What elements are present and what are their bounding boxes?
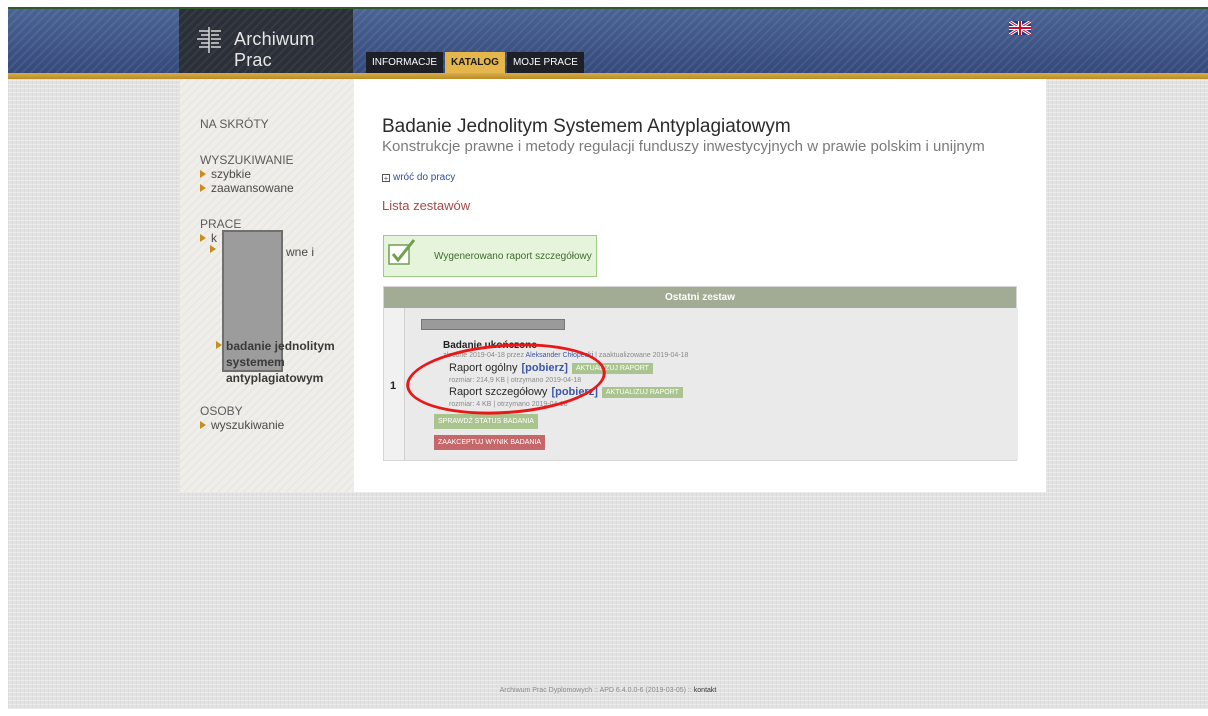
notice-text: Wygenerowano raport szczegółowy — [434, 251, 592, 262]
archive-logo-icon — [197, 27, 221, 53]
sidebar-current-item-line2[interactable]: systemem — [226, 355, 285, 369]
set-details: Badanie ukończone zlecone 2019-04-18 prz… — [404, 308, 1018, 460]
sidebar-item-zaawansowane[interactable]: zaawansowane — [200, 181, 294, 195]
tab-katalog[interactable]: KATALOG — [445, 52, 505, 73]
detailed-report-meta: rozmiar: 4 KB | otrzymano 2019-04-18 — [449, 401, 568, 408]
sidebar-current-bullet — [216, 341, 222, 349]
contact-link[interactable]: kontakt — [694, 687, 717, 694]
sidebar-item-subitem[interactable] — [210, 245, 216, 253]
success-notice: Wygenerowano raport szczegółowy — [383, 235, 597, 277]
general-report-row: Raport ogólny [pobierz] AKTUALIZUJ RAPOR… — [449, 362, 653, 374]
sidebar-item-subitem-text: wne i — [286, 245, 315, 259]
update-general-report-button[interactable]: AKTUALIZUJ RAPORT — [571, 362, 653, 374]
page-title: Badanie Jednolitym Systemem Antyplagiato… — [382, 116, 791, 137]
check-status-button[interactable]: SPRAWDŹ STATUS BADANIA — [434, 414, 538, 429]
back-link[interactable]: + wróć do pracy — [382, 172, 455, 183]
tab-informacje[interactable]: INFORMACJE — [366, 52, 443, 73]
sidebar-shortcuts-heading[interactable]: NA SKRÓTY — [200, 117, 269, 131]
accept-result-button[interactable]: ZAAKCEPTUJ WYNIK BADANIA — [434, 435, 546, 450]
main-nav: INFORMACJE KATALOG MOJE PRACE — [366, 52, 584, 73]
detailed-report-row: Raport szczegółowy [pobierz] AKTUALIZUJ … — [449, 386, 683, 398]
panel-header: Ostatni zestaw — [384, 287, 1016, 308]
logo[interactable]: Archiwum Prac — [179, 9, 353, 73]
row-number: 1 — [390, 380, 397, 392]
bullet-icon — [200, 170, 206, 178]
sidebar-item-szybkie[interactable]: szybkie — [200, 167, 251, 181]
main-content: Badanie Jednolitym Systemem Antyplagiato… — [354, 79, 1046, 492]
bullet-icon — [200, 421, 206, 429]
download-general-report-link[interactable]: [pobierz] — [522, 362, 568, 374]
sidebar-item-wyszukiwanie[interactable]: wyszukiwanie — [200, 418, 284, 432]
checkmark-icon — [388, 239, 416, 265]
sidebar-item-katalog[interactable]: k — [200, 231, 217, 245]
redacted-text — [421, 319, 565, 330]
footer: Archiwum Prac Dyplomowych :: APD 6.4.0.0… — [499, 687, 717, 694]
page-subtitle: Konstrukcje prawne i metody regulacji fu… — [382, 138, 985, 155]
logo-text: Archiwum Prac — [234, 29, 315, 70]
bullet-icon — [200, 184, 206, 192]
section-title: Lista zestawów — [382, 198, 471, 213]
download-detailed-report-link[interactable]: [pobierz] — [551, 386, 597, 398]
sidebar-search-heading: WYSZUKIWANIE — [200, 153, 294, 167]
update-detailed-report-button[interactable]: AKTUALIZUJ RAPORT — [601, 386, 683, 398]
ordered-meta: zlecone 2019-04-18 przez Aleksander Chło… — [443, 352, 689, 359]
page-frame: Archiwum Prac INFORMACJE KATALOG MOJE PR… — [8, 7, 1208, 709]
sidebar-current-item-line3[interactable]: antyplagiatowym — [226, 371, 323, 385]
set-panel: Ostatni zestaw 1 Badanie ukończone zleco… — [383, 286, 1018, 461]
tab-moje-prace[interactable]: MOJE PRACE — [506, 52, 584, 73]
sidebar-works-heading: PRACE — [200, 217, 242, 231]
bullet-icon — [210, 245, 216, 253]
status-title: Badanie ukończone — [443, 340, 537, 351]
expand-icon: + — [382, 173, 390, 183]
sidebar-current-item-line1[interactable]: badanie jednolitym — [226, 339, 335, 353]
bullet-icon — [216, 341, 222, 349]
sidebar: NA SKRÓTY WYSZUKIWANIE szybkie zaawansow… — [180, 79, 355, 492]
ordered-by-link[interactable]: Aleksander Chłopecki — [526, 352, 594, 359]
uk-flag-icon[interactable] — [1009, 21, 1031, 35]
general-report-meta: rozmiar: 214,9 KB | otrzymano 2019-04-18 — [449, 377, 582, 384]
sidebar-people-heading: OSOBY — [200, 404, 243, 418]
bullet-icon — [200, 234, 206, 242]
